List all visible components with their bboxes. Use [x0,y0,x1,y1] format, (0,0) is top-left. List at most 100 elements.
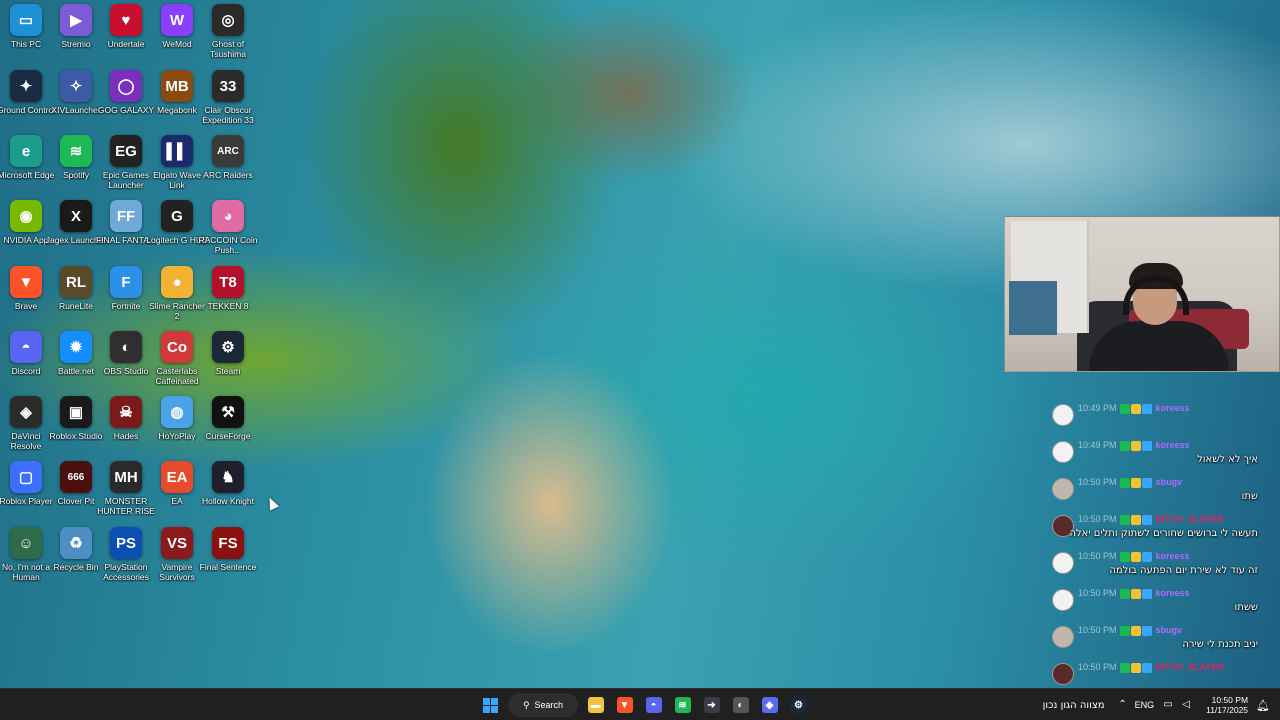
chat-meta: 10:50 PM BITCH_SLAYER [1078,514,1224,525]
desktop-icon[interactable]: ◐ OBS Studio [100,331,152,376]
desktop-icon[interactable]: VS Vampire Survivors [151,527,203,582]
badge-icon [1130,625,1141,636]
desktop-app-icon: ✦ [10,70,42,102]
chat-username: sbugv [1155,477,1183,487]
desktop-app-icon: F [110,266,142,298]
desktop-app-icon: ⚒ [212,396,244,428]
desktop-icon[interactable]: F Fortnite [100,266,152,311]
chat-message: 10:50 PM koreess זה עוד לא שירת יום הפתעה … [1048,548,1280,584]
desktop-app-icon: ◕ [212,200,244,232]
tidal-icon: ➜ [703,697,720,713]
start-button[interactable] [477,691,505,719]
desktop-app-icon: FS [212,527,244,559]
chat-timestamp: 10:50 PM [1078,625,1117,635]
app-diamond-icon: ◆ [761,697,778,713]
chat-badges [1119,403,1153,414]
desktop-icon-grid: ▭ This PC ▶ Stremio ♥ Undertale W WeMod ◎ Ghost o… [0,0,260,660]
search-icon: ⚲ [522,699,530,710]
desktop-app-icon: e [10,135,42,167]
desktop-icon[interactable]: ◎ Ghost of Tsushima [202,4,254,59]
chat-text: שתו [1241,491,1258,502]
desktop-icon[interactable]: ◈ DaVinci Resolve [0,396,52,451]
desktop-app-icon: MB [161,70,193,102]
desktop-icon[interactable]: ● Slime Rancher 2 [149,266,205,321]
desktop-icon[interactable]: T8 TEKKEN 8 [202,266,254,311]
badge-icon [1119,440,1130,451]
taskbar-file-explorer-button[interactable]: ▬ [582,691,610,719]
chat-text: זה עוד לא שירת יום הפתעה בולמה [1109,565,1258,576]
badge-icon [1141,551,1152,562]
desktop-icon[interactable]: ♞ Hollow Knight [202,461,254,506]
chat-username: koreess [1155,403,1190,413]
desktop-icon[interactable]: ◕ RACCOIN Coin Push... [198,200,258,255]
chat-username: koreess [1155,440,1190,450]
badge-icon [1141,440,1152,451]
weather-widget[interactable]: מצווה הגון נכון [1043,700,1105,711]
badge-icon [1130,514,1141,525]
desktop-icon[interactable]: ⚒ CurseForge [202,396,254,441]
chat-avatar [1052,626,1074,648]
taskbar-obs-button[interactable]: ◐ [727,691,755,719]
chat-timestamp: 10:50 PM [1078,662,1117,672]
desktop-icon[interactable]: ☺ No, I'm not a Human [0,527,52,582]
desktop-icon[interactable]: W WeMod [151,4,203,49]
taskbar-tidal-button[interactable]: ➜ [698,691,726,719]
notification-bell-icon[interactable]: 🔔︎ [1256,699,1270,712]
desktop-icon[interactable]: G Logitech G HUB [146,200,208,245]
clock-date: 11/17/2025 [1206,705,1249,715]
chat-timestamp: 10:50 PM [1078,514,1117,524]
desktop-icon[interactable]: ◍ HoYoPlay [151,396,203,441]
desktop-app-icon: ARC [212,135,244,167]
chevron-up-icon[interactable]: ⌃ [1117,699,1129,711]
network-icon[interactable]: ▭ [1162,699,1174,711]
desktop-icon[interactable]: FF FINAL FANTA... [96,200,156,245]
desktop-icon[interactable]: ◯ GOG GALAXY [98,70,154,115]
desktop-icon-label: Clair Obscur Expedition 33 [202,105,254,125]
desktop-icon[interactable]: FS Final Sentence [200,527,256,572]
file-explorer-icon: ▬ [587,697,604,713]
desktop-icon[interactable]: EA EA [151,461,203,506]
taskbar-search-button[interactable]: ⚲ Search [508,693,578,717]
badge-icon [1130,662,1141,673]
desktop-icon-label: Final Sentence [199,562,257,572]
chat-avatar [1052,478,1074,500]
chat-timestamp: 10:49 PM [1078,440,1117,450]
desktop-icon[interactable]: ▌▌ Elgato Wave Link [151,135,203,190]
chat-badges [1119,477,1153,488]
taskbar-center: ⚲ Search ▬ ▼ ◓ ≋ ➜ ◐ ◆ ⚙ [476,689,813,720]
taskbar-app-diamond-button[interactable]: ◆ [756,691,784,719]
volume-icon[interactable]: ◁ [1180,699,1192,711]
chat-username: BITCH_SLAYER [1155,662,1224,672]
steam-icon: ⚙ [790,697,807,713]
chat-text: תעשה לי ברושים שחורים לשתוק ותלים יאלה [1069,528,1258,539]
desktop-icon[interactable]: ☠ Hades [100,396,152,441]
chat-meta: 10:49 PM koreess [1078,403,1190,414]
chat-badges [1119,625,1153,636]
desktop-icon[interactable]: PS PlayStation Accessories [100,527,152,582]
chat-username: sbugv [1155,625,1183,635]
desktop-icon[interactable]: 33 Clair Obscur Expedition 33 [202,70,254,125]
desktop-app-icon: ◍ [161,396,193,428]
badge-icon [1119,551,1130,562]
desktop-icon[interactable]: EG Epic Games Launcher [100,135,152,190]
desktop-icon[interactable]: ♥ Undertale [100,4,152,49]
chat-meta: 10:50 PM koreess [1078,551,1190,562]
language-indicator[interactable]: ENG [1135,700,1155,710]
desktop-icon[interactable]: ⚙ Steam [202,331,254,376]
spotify-icon: ≋ [674,697,691,713]
taskbar-steam-button[interactable]: ⚙ [785,691,813,719]
chat-avatar [1052,441,1074,463]
taskbar-spotify-button[interactable]: ≋ [669,691,697,719]
clock[interactable]: 10:50 PM 11/17/2025 [1206,695,1248,715]
chat-message: 10:50 PM sbugv יניב תכנת לי שירה [1048,622,1280,658]
desktop-icon-label: RACCOIN Coin Push... [198,235,258,255]
taskbar-discord-button[interactable]: ◓ [640,691,668,719]
taskbar-brave-button[interactable]: ▼ [611,691,639,719]
desktop-icon[interactable]: MH MONSTER HUNTER RISE [97,461,155,516]
desktop-icon[interactable]: MB Megabonk [151,70,203,115]
desktop-app-icon: W [161,4,193,36]
desktop-icon-label: Steam [215,366,241,376]
badge-icon [1130,588,1141,599]
desktop-icon[interactable]: ARC ARC Raiders [202,135,254,180]
desktop-icon[interactable]: Co Casterlabs Caffeinated [151,331,203,386]
